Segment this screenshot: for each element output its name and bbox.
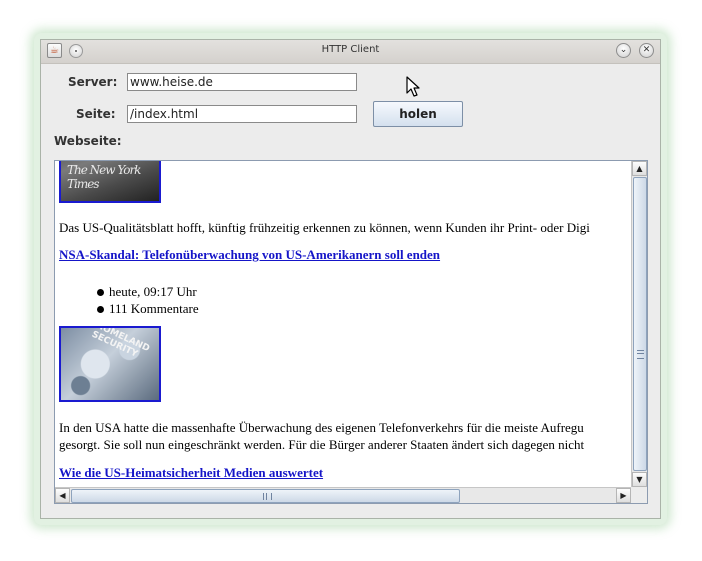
mouse-cursor-icon (406, 76, 420, 97)
minimize-icon[interactable]: ⌄ (616, 43, 631, 58)
page-input[interactable]: /index.html (127, 105, 357, 123)
http-client-window: ☕ HTTP Client ⌄ ✕ Server: www.heise.de S… (40, 39, 661, 519)
article-meta-comments[interactable]: 111 Kommentare (97, 300, 199, 317)
close-icon[interactable]: ✕ (639, 43, 654, 58)
news-image-homeland[interactable]: HOMELAND SECURITY (59, 326, 161, 402)
article-teaser-2-line1: In den USA hatte die massenhafte Überwac… (59, 420, 584, 435)
article-teaser-1: Das US-Qualitätsblatt hofft, künftig frü… (59, 220, 590, 235)
page-label: Seite: (76, 107, 116, 121)
webpage-label: Webseite: (54, 134, 122, 148)
vertical-grip-icon (637, 350, 644, 359)
webpage-viewport: The New York Times Das US-Qualitätsblatt… (55, 161, 631, 487)
horizontal-scrollbar[interactable]: ◀ ▶ (55, 487, 631, 503)
vertical-scrollbar[interactable]: ▲ ▼ (631, 161, 647, 487)
horizontal-grip-icon (263, 493, 272, 500)
server-label: Server: (68, 75, 118, 89)
article-teaser-2-line2: gesorgt. Sie soll nun eingeschränkt werd… (59, 437, 585, 452)
window-title: HTTP Client (321, 44, 380, 55)
webpage-scroll-pane[interactable]: The New York Times Das US-Qualitätsblatt… (54, 160, 648, 504)
article-link-homeland[interactable]: Wie die US-Heimatsicherheit Medien auswe… (59, 465, 323, 481)
scroll-left-icon[interactable]: ◀ (55, 488, 70, 503)
scroll-corner (631, 487, 647, 503)
server-input[interactable]: www.heise.de (127, 73, 357, 91)
horizontal-scroll-thumb[interactable] (71, 489, 460, 503)
article-link-nsa[interactable]: NSA-Skandal: Telefonüberwachung von US-A… (59, 247, 440, 263)
news-image-homeland-caption: HOMELAND SECURITY (89, 326, 151, 360)
article-meta-list: heute, 09:17 Uhr 111 Kommentare (97, 283, 199, 317)
scroll-right-icon[interactable]: ▶ (616, 488, 631, 503)
news-image-nyt[interactable]: The New York Times (59, 161, 161, 203)
news-image-nyt-caption: The New York Times (67, 163, 141, 191)
vertical-scroll-thumb[interactable] (633, 177, 647, 471)
scroll-up-icon[interactable]: ▲ (632, 161, 647, 176)
article-meta-time: heute, 09:17 Uhr (97, 283, 199, 300)
scroll-down-icon[interactable]: ▼ (632, 472, 647, 487)
title-bar[interactable]: ☕ HTTP Client ⌄ ✕ (41, 40, 660, 64)
fetch-button[interactable]: holen (373, 101, 463, 127)
